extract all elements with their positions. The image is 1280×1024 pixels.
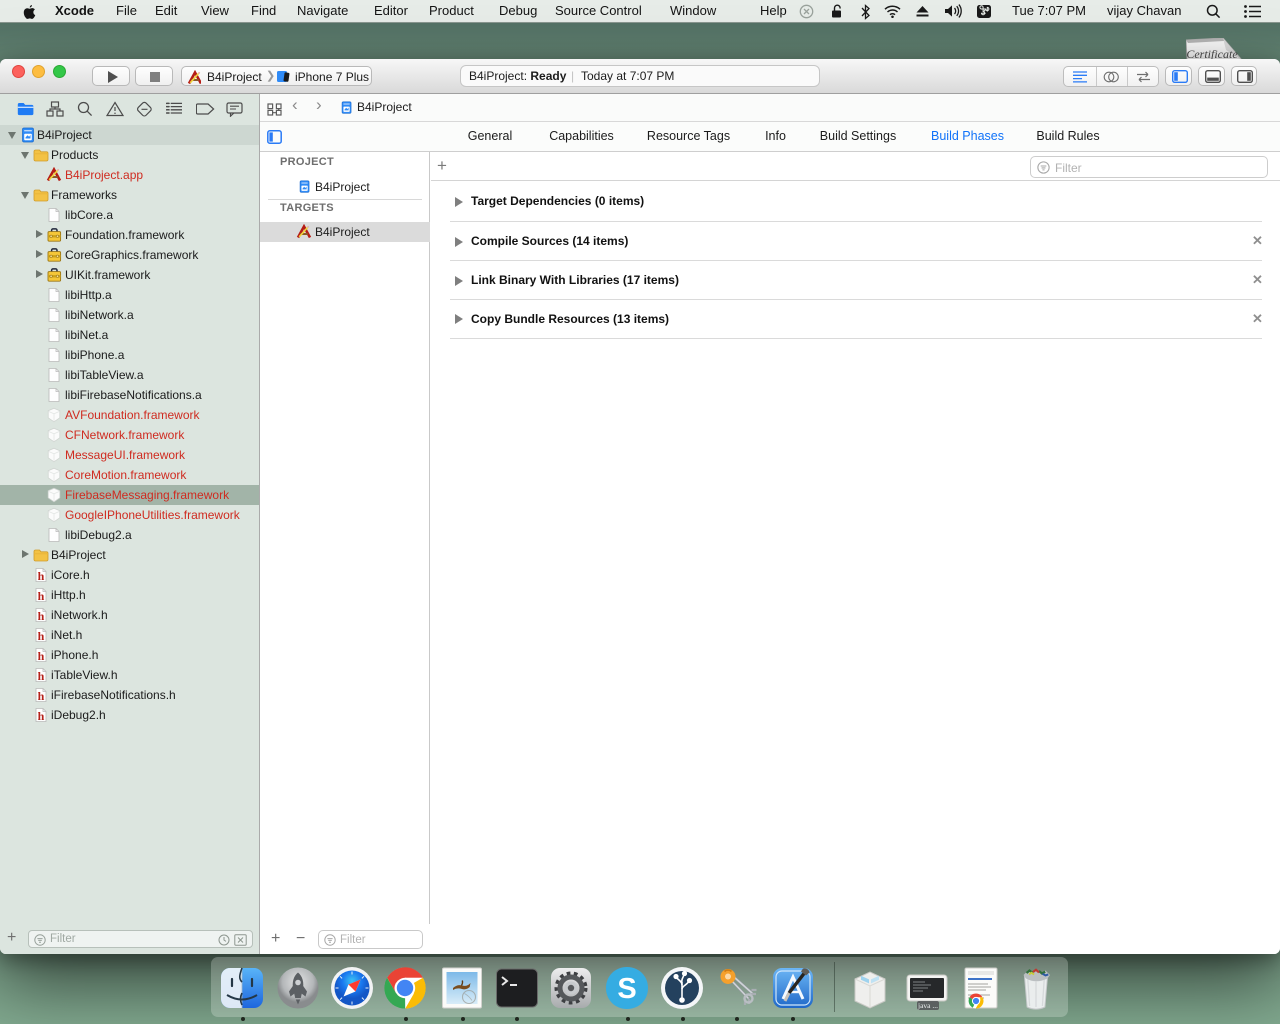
svg-text:S: S xyxy=(617,973,636,1005)
svg-text:java ...: java ... xyxy=(917,1001,938,1010)
